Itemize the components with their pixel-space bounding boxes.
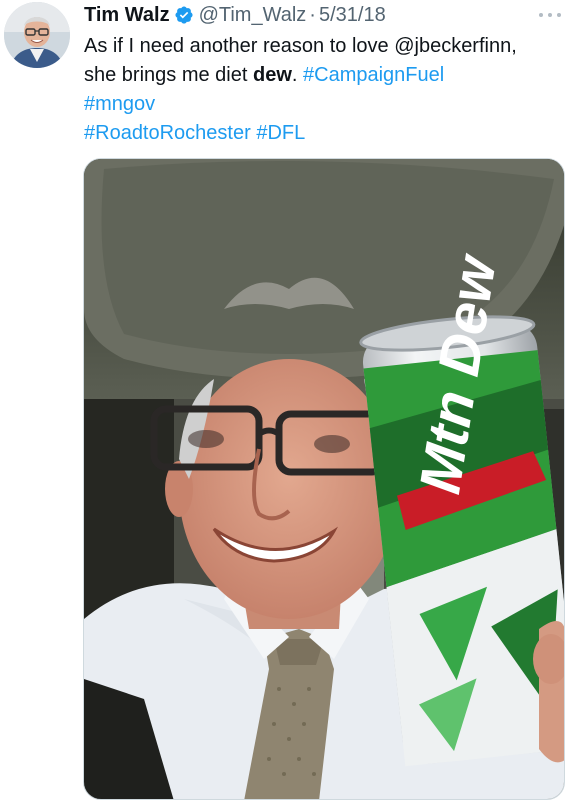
text-segment: she brings me diet (84, 64, 253, 86)
tweet-text-line-2: she brings me diet dew. #CampaignFuel (84, 61, 564, 90)
verified-badge-icon (174, 5, 194, 25)
avatar-image (4, 2, 70, 68)
hashtag-link[interactable]: #RoadtoRochester (84, 122, 251, 144)
author-avatar[interactable] (4, 2, 70, 68)
header-separator: · (309, 4, 316, 26)
tweet-text-line-1: As if I need another reason to love @jbe… (84, 35, 517, 57)
author-handle[interactable]: @Tim_Walz (199, 0, 307, 30)
tweet[interactable]: Tim Walz @Tim_Walz · 5/31/18 As if I nee… (0, 0, 575, 808)
tweet-date[interactable]: 5/31/18 (319, 0, 386, 30)
hashtag-link[interactable]: #DFL (256, 122, 305, 144)
tweet-text-line-4: #RoadtoRochester #DFL (84, 119, 564, 148)
tweet-text: As if I need another reason to love @jbe… (84, 32, 564, 148)
tweet-header: Tim Walz @Tim_Walz · 5/31/18 (84, 0, 386, 30)
hashtag-link[interactable]: #CampaignFuel (303, 64, 444, 86)
tweet-text-line-3: #mngov (84, 90, 564, 119)
text-segment: . (291, 64, 304, 86)
hashtag-link[interactable]: #mngov (84, 93, 155, 115)
bold-word: dew (252, 64, 292, 86)
photo-illustration: Mtn Dew (84, 159, 564, 799)
author-display-name[interactable]: Tim Walz (84, 0, 170, 30)
more-options-icon[interactable] (539, 8, 561, 22)
tweet-photo[interactable]: Mtn Dew (83, 158, 565, 800)
